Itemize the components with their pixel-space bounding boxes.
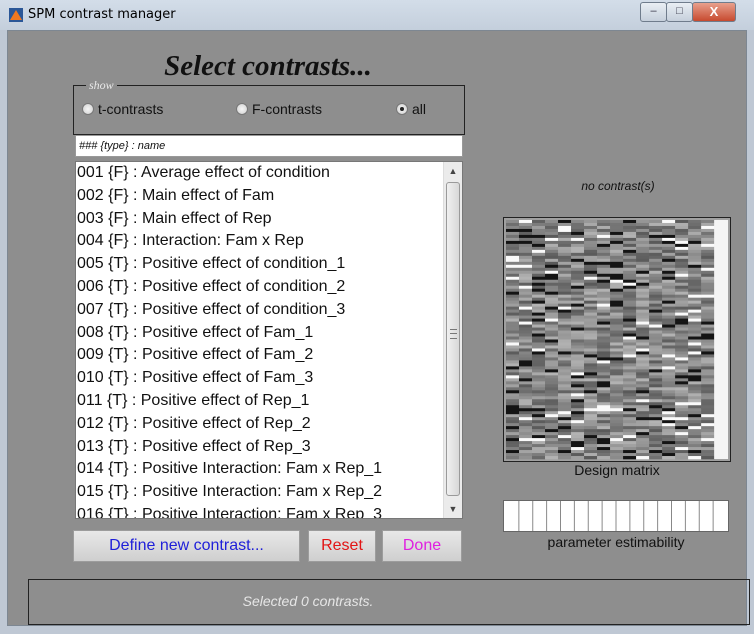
t-contrasts-radio[interactable]: t-contrasts bbox=[82, 101, 163, 117]
radio-unchecked-icon bbox=[236, 103, 248, 115]
page-title: Select contrasts... bbox=[164, 50, 372, 82]
design-matrix-label: Design matrix bbox=[574, 462, 660, 478]
scroll-up-arrow-icon[interactable]: ▲ bbox=[444, 162, 462, 180]
contrast-list-scrollbar[interactable]: ▲ ▼ bbox=[443, 162, 462, 518]
minimize-button[interactable]: – bbox=[640, 2, 667, 22]
contrast-weights-placeholder: no contrast(s) bbox=[581, 179, 655, 193]
show-filter-legend: show bbox=[86, 78, 117, 93]
contrast-list-items: 001 {F} : Average effect of condition 002… bbox=[76, 162, 444, 518]
contrast-list-item[interactable]: 016 {T} : Positive Interaction: Fam x Re… bbox=[76, 504, 444, 518]
contrast-list-item[interactable]: 002 {F} : Main effect of Fam bbox=[76, 185, 444, 208]
contrast-list-item[interactable]: 009 {T} : Positive effect of Fam_2 bbox=[76, 344, 444, 367]
t-contrasts-label: t-contrasts bbox=[98, 101, 164, 117]
parameter-estimability-label: parameter estimability bbox=[547, 534, 685, 550]
contrast-list-item[interactable]: 004 {F} : Interaction: Fam x Rep bbox=[76, 230, 444, 253]
contrast-list-item[interactable]: 007 {T} : Positive effect of condition_3 bbox=[76, 299, 444, 322]
contrast-list-item[interactable]: 013 {T} : Positive effect of Rep_3 bbox=[76, 436, 444, 459]
window-title: SPM contrast manager bbox=[28, 7, 176, 22]
contrast-list-item[interactable]: 012 {T} : Positive effect of Rep_2 bbox=[76, 413, 444, 436]
contrast-manager-panel: Select contrasts... show t-contrasts F-c… bbox=[7, 30, 750, 626]
spm-contrast-manager-window: SPM contrast manager – □ X Select contra… bbox=[0, 0, 754, 634]
scroll-thumb[interactable] bbox=[446, 182, 460, 496]
contrast-list-item[interactable]: 001 {F} : Average effect of condition bbox=[76, 162, 444, 185]
parameter-estimability-bar bbox=[503, 500, 729, 532]
status-text: Selected 0 contrasts. bbox=[242, 593, 374, 609]
define-new-contrast-button[interactable]: Define new contrast... bbox=[73, 530, 300, 562]
reset-button[interactable]: Reset bbox=[308, 530, 376, 562]
all-contrasts-radio[interactable]: all bbox=[396, 101, 426, 117]
contrast-list-item[interactable]: 014 {T} : Positive Interaction: Fam x Re… bbox=[76, 458, 444, 481]
contrast-list-item[interactable]: 005 {T} : Positive effect of condition_1 bbox=[76, 253, 444, 276]
contrast-list[interactable]: 001 {F} : Average effect of condition 002… bbox=[75, 161, 463, 519]
radio-unchecked-icon bbox=[82, 103, 94, 115]
contrast-list-item[interactable]: 008 {T} : Positive effect of Fam_1 bbox=[76, 322, 444, 345]
maximize-button[interactable]: □ bbox=[666, 2, 693, 22]
close-button[interactable]: X bbox=[692, 2, 736, 22]
contrast-list-header: ### {type} : name bbox=[75, 135, 463, 157]
f-contrasts-radio[interactable]: F-contrasts bbox=[236, 101, 322, 117]
matlab-icon bbox=[9, 8, 23, 22]
f-contrasts-label: F-contrasts bbox=[252, 101, 323, 117]
contrast-list-item[interactable]: 006 {T} : Positive effect of condition_2 bbox=[76, 276, 444, 299]
contrast-list-item[interactable]: 015 {T} : Positive Interaction: Fam x Re… bbox=[76, 481, 444, 504]
done-button[interactable]: Done bbox=[382, 530, 462, 562]
contrast-list-item[interactable]: 010 {T} : Positive effect of Fam_3 bbox=[76, 367, 444, 390]
grip-icon bbox=[450, 329, 457, 339]
contrast-list-item[interactable]: 003 {F} : Main effect of Rep bbox=[76, 208, 444, 231]
contrast-list-item[interactable]: 011 {T} : Positive effect of Rep_1 bbox=[76, 390, 444, 413]
all-contrasts-label: all bbox=[412, 101, 427, 117]
scroll-down-arrow-icon[interactable]: ▼ bbox=[444, 500, 462, 518]
title-bar: SPM contrast manager – □ X bbox=[0, 0, 754, 30]
design-matrix-image[interactable] bbox=[503, 217, 731, 462]
radio-checked-icon bbox=[396, 103, 408, 115]
